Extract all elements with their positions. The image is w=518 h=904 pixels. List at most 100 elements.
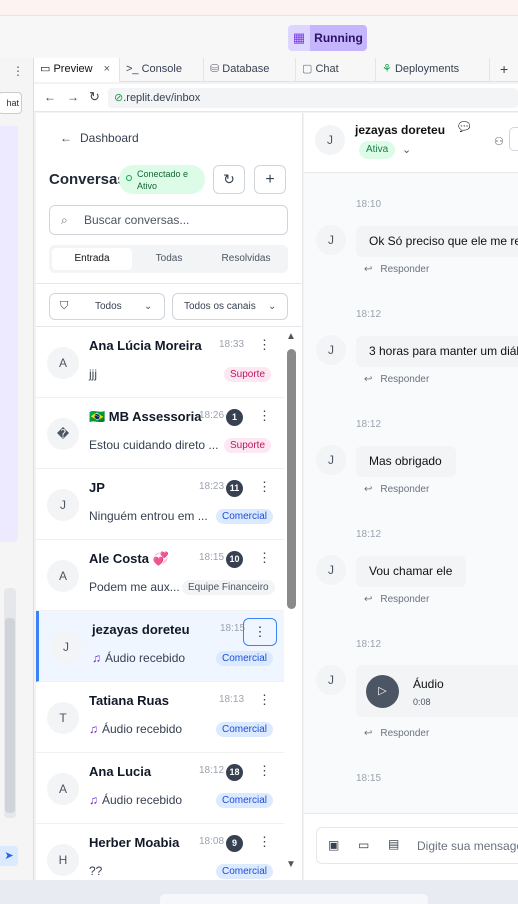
conversation-time: 18:15: [220, 623, 246, 634]
music-icon: ♫: [89, 793, 98, 807]
url-field[interactable]: ⊘.replit.dev/inbox: [108, 88, 518, 108]
unread-count-badge: 9: [226, 835, 243, 852]
avatar: A: [47, 347, 79, 379]
conversation-item[interactable]: J JP 18:23 11 ⋮ Ninguém entrou em ... Co…: [36, 469, 284, 540]
message-time: 18:10: [356, 199, 382, 210]
more-options-icon[interactable]: ⋮: [258, 337, 271, 353]
scroll-down-arrow-icon[interactable]: ▼: [286, 859, 296, 870]
more-options-button[interactable]: ⋮: [243, 618, 277, 646]
reply-button[interactable]: ↩ Responder: [364, 728, 429, 739]
conversation-preview: ??: [89, 864, 103, 878]
conversation-time: 18:13: [219, 694, 245, 705]
conversation-name: jezayas doreteu: [92, 622, 190, 637]
video-icon[interactable]: ▭: [358, 838, 369, 852]
conversation-time: 18:26: [199, 410, 225, 421]
left-scroll-thumb[interactable]: [5, 618, 15, 813]
back-arrow-icon[interactable]: ←: [44, 90, 56, 104]
chevron-down-icon[interactable]: ⌄: [402, 143, 411, 156]
segment-inbox[interactable]: Entrada: [52, 248, 132, 270]
filter-icon: ⛉: [60, 300, 69, 312]
more-options-icon[interactable]: ⋮: [258, 763, 271, 779]
message-bubble: Mas obrigado: [356, 446, 456, 477]
play-button[interactable]: ▷: [366, 675, 399, 708]
list-scroll-thumb[interactable]: [287, 349, 296, 609]
tab-chat[interactable]: ▢ Chat: [296, 58, 376, 82]
tab-deployments[interactable]: ⚘ Deployments: [376, 58, 490, 82]
scroll-up-arrow-icon[interactable]: ▲: [286, 331, 296, 342]
left-side-panel: ⋮ hat ➤: [0, 58, 34, 880]
participants-icon[interactable]: ⚇: [494, 135, 504, 148]
unread-count-badge: 18: [226, 764, 243, 781]
run-grid-icon[interactable]: ▦: [288, 25, 310, 51]
conversation-preview: ♫ Áudio recebido: [92, 651, 185, 665]
reply-icon: ↩: [364, 594, 373, 605]
tab-database[interactable]: ⛁ Database: [204, 58, 296, 82]
reply-button[interactable]: ↩ Responder: [364, 374, 429, 385]
sender-avatar: J: [316, 665, 346, 695]
run-button[interactable]: Running: [310, 25, 367, 51]
more-options-icon[interactable]: ⋮: [258, 834, 271, 850]
conversation-preview: Podem me aux...: [89, 580, 180, 594]
refresh-button[interactable]: ↻: [213, 165, 245, 194]
new-conversation-button[interactable]: +: [254, 165, 286, 194]
tab-preview-label: Preview: [53, 63, 93, 75]
reply-button[interactable]: ↩ Responder: [364, 594, 429, 605]
tag-badge: Comercial: [216, 509, 274, 524]
conversation-preview: Estou cuidando direto ...: [89, 438, 219, 452]
divider: [36, 283, 303, 284]
new-tab-button[interactable]: +: [494, 58, 518, 82]
conversation-item[interactable]: � 🇧🇷 MB Assessoria 18:26 1 ⋮ Estou cuida…: [36, 398, 284, 469]
tab-preview[interactable]: ▭ Preview ×: [34, 58, 120, 82]
composer: ▣ ▭ ▤ Digite sua mensage: [304, 813, 518, 880]
forward-arrow-icon[interactable]: →: [67, 90, 79, 104]
left-panel-menu-icon[interactable]: ⋮: [12, 64, 24, 78]
tag-badge: Comercial: [216, 864, 274, 879]
more-options-icon[interactable]: ⋮: [258, 479, 271, 495]
filter-channel-select[interactable]: Todos os canais ⌄: [172, 293, 288, 320]
filter-status-select[interactable]: ⛉ Todos ⌄: [49, 293, 165, 320]
search-input[interactable]: ⌕ Buscar conversas...: [49, 205, 288, 235]
segment-all[interactable]: Todas: [135, 248, 203, 270]
database-icon: ⛁: [210, 63, 220, 75]
conversation-name: Ana Lucia: [89, 764, 152, 779]
audio-duration: 0:08: [413, 697, 431, 707]
conversation-item[interactable]: A Ana Lucia 18:12 18 ⋮ ♫ Áudio recebido C…: [36, 753, 284, 824]
reply-button[interactable]: ↩ Responder: [364, 484, 429, 495]
browser-url-bar: ← → ↻ ⊘.replit.dev/inbox: [34, 84, 518, 112]
conversation-time: 18:33: [219, 339, 245, 350]
more-options-icon[interactable]: ⋮: [258, 408, 271, 424]
conversation-name: Ale Costa 💞: [89, 551, 169, 566]
conversation-preview: Ninguém entrou em ...: [89, 509, 208, 523]
conversation-item-selected[interactable]: J jezayas doreteu 18:15 ⋮ ♫ Áudio recebid…: [36, 611, 284, 682]
message-bubble: Ok Só preciso que ele me res: [356, 226, 518, 257]
conversation-status-select[interactable]: Ativa: [359, 141, 396, 159]
message-time: 18:12: [356, 419, 382, 430]
more-options-icon[interactable]: ⋮: [258, 550, 271, 566]
conversation-name: Tatiana Ruas: [89, 693, 169, 708]
back-to-dashboard-link[interactable]: ← Dashboard: [60, 131, 139, 145]
composer-box[interactable]: ▣ ▭ ▤ Digite sua mensage: [316, 827, 518, 864]
taskbar-item[interactable]: [160, 894, 428, 904]
tab-console[interactable]: >_ Console: [120, 58, 204, 82]
left-send-button[interactable]: ➤: [0, 846, 18, 866]
url-path: inbox: [173, 92, 201, 104]
conversation-item[interactable]: A Ale Costa 💞 18:15 10 ⋮ Podem me aux...…: [36, 540, 284, 611]
reload-icon[interactable]: ↻: [89, 89, 100, 105]
audio-label: Áudio: [413, 677, 444, 691]
conversation-item[interactable]: A Ana Lúcia Moreira 18:33 ⋮ jjj Suporte: [36, 327, 284, 398]
reply-icon: ↩: [364, 374, 373, 385]
header-action-button[interactable]: [509, 127, 518, 151]
tab-chat-label: Chat: [315, 63, 339, 75]
conversation-time: 18:12: [199, 765, 225, 776]
left-chat-tab[interactable]: hat: [0, 92, 22, 114]
more-options-icon[interactable]: ⋮: [258, 692, 271, 708]
window-top-strip: [0, 0, 518, 16]
conversation-item[interactable]: H Herber Moabia 18:08 9 ⋮ ?? Comercial: [36, 824, 284, 880]
reply-button[interactable]: ↩ Responder: [364, 264, 429, 275]
segment-resolved[interactable]: Resolvidas: [207, 248, 285, 270]
tag-badge: Equipe Financeiro: [182, 580, 275, 595]
close-icon[interactable]: ×: [104, 63, 110, 75]
document-icon[interactable]: ▤: [388, 837, 399, 851]
conversation-item[interactable]: T Tatiana Ruas 18:13 ⋮ ♫ Áudio recebido C…: [36, 682, 284, 753]
image-icon[interactable]: ▣: [328, 838, 339, 852]
